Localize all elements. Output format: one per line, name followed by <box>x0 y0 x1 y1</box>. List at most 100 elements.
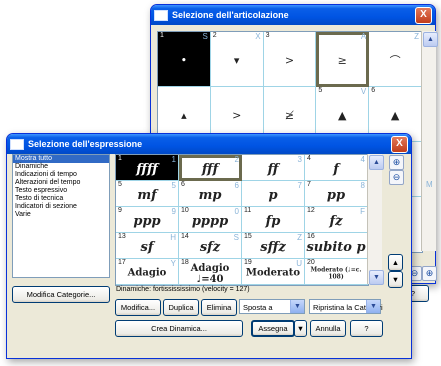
expression-cell[interactable]: 10 0 pppp <box>179 207 242 233</box>
expression-text: ppp <box>133 213 161 229</box>
expression-cell[interactable]: 44f <box>305 155 368 181</box>
cell-shortcut: Z <box>414 32 419 41</box>
scroll-down-button[interactable]: ▼ <box>388 271 403 288</box>
articulation-symbol: ▾ <box>233 53 240 67</box>
expression-cell[interactable]: 18 Adagio ♩=40 <box>179 259 242 285</box>
help-button[interactable]: ? <box>350 320 383 337</box>
category-item[interactable]: Indicatori di sezione <box>13 203 109 211</box>
category-list[interactable]: Mostra tutto Dinamiche Indicazioni di temp… <box>12 154 110 278</box>
expression-cell[interactable]: 17 Y Adagio <box>116 259 179 285</box>
create-dynamic-button[interactable]: Crea Dinamica... <box>115 320 243 337</box>
articulation-symbol: • <box>180 53 188 67</box>
close-icon[interactable]: X <box>391 135 408 153</box>
expression-text: pppp <box>191 213 229 229</box>
expression-text: sffz <box>260 239 286 255</box>
expression-text: pp <box>326 187 346 203</box>
expression-cell[interactable]: 15 Zsffz <box>242 233 305 259</box>
articulation-scrollbar[interactable]: ▲ <box>421 31 438 251</box>
articulation-symbol: > <box>232 108 242 122</box>
expression-text: f <box>333 161 339 177</box>
expression-scrollbar[interactable]: ▲ ▼ <box>367 154 384 285</box>
cell-shortcut: X <box>255 32 261 41</box>
articulation-cell[interactable]: A ≥ <box>316 32 370 87</box>
close-icon[interactable]: X <box>415 6 432 24</box>
articulation-cell[interactable]: 2 X ▾ <box>210 32 264 87</box>
expression-text: mf <box>137 187 157 203</box>
articulation-titlebar[interactable]: Selezione dell'articolazione X <box>151 5 435 25</box>
expression-cell[interactable]: 1 1 ffff <box>116 155 179 181</box>
expression-text: fp <box>265 213 281 229</box>
category-item[interactable]: Varie <box>13 211 109 219</box>
category-item[interactable]: Testo espressivo <box>13 187 109 195</box>
scroll-up-icon[interactable]: ▲ <box>423 32 438 47</box>
scroll-down-icon[interactable]: ▼ <box>369 270 384 285</box>
scroll-up-icon[interactable]: ▲ <box>369 155 384 170</box>
expression-cell[interactable]: 5 5 mf <box>116 181 179 207</box>
articulation-symbol: ≥ <box>337 53 347 67</box>
duplicate-button[interactable]: Duplica <box>163 299 199 316</box>
expression-cell[interactable]: 2 fff <box>179 155 242 181</box>
cell-number: 17 <box>118 259 126 266</box>
zoom-out-icon[interactable]: ⊖ <box>389 170 404 185</box>
category-item[interactable]: Alterazioni del tempo <box>13 179 109 187</box>
expression-cell[interactable]: 7 8 pp <box>305 181 368 207</box>
zoom-in-icon[interactable]: ⊕ <box>389 155 404 170</box>
expression-cell[interactable]: 14 Ssfz <box>179 233 242 259</box>
cell-shortcut: A <box>360 32 367 41</box>
expression-text: Adagio ♩=40 <box>190 262 230 285</box>
expression-text: mp <box>198 187 222 203</box>
cancel-button[interactable]: Annulla <box>310 320 346 337</box>
delete-button[interactable]: Elimina <box>201 299 237 316</box>
category-item[interactable]: Indicazioni di tempo <box>13 171 109 179</box>
expression-cell[interactable]: 12 Ffz <box>305 207 368 233</box>
articulation-symbol: > <box>284 53 295 67</box>
expression-text: Moderato <box>245 267 301 279</box>
expression-cell[interactable]: 7p <box>242 181 305 207</box>
chevron-down-icon[interactable]: ▼ <box>290 300 304 313</box>
expression-text: Moderato (♩=c. 108) <box>310 265 362 280</box>
cell-number: 6 <box>371 87 376 94</box>
expression-text: fff <box>201 161 219 177</box>
zoom-in-icon-back[interactable]: ⊕ <box>422 266 437 281</box>
articulation-title: Selezione dell'articolazione <box>172 10 289 20</box>
articulation-cell[interactable]: Z ⌒ <box>369 32 422 87</box>
expression-cell[interactable]: 16 subito p <box>305 233 368 259</box>
articulation-cell[interactable]: 1 S • <box>158 32 211 87</box>
expression-window: Selezione dell'espressione X Mostra tutt… <box>6 133 412 359</box>
category-item[interactable]: Mostra tutto <box>13 155 109 163</box>
expression-cell[interactable]: 13 Hsf <box>116 233 179 259</box>
window-icon <box>10 138 24 150</box>
chevron-down-icon[interactable]: ▼ <box>366 300 380 313</box>
articulation-right-label: M <box>426 180 433 189</box>
modify-categories-button[interactable]: Modifica Categorie... <box>12 286 110 303</box>
restore-category-select[interactable]: Ripristina la Categori ▼ <box>309 299 383 314</box>
window-icon <box>154 9 168 21</box>
cell-number: 5 <box>318 87 323 94</box>
articulation-symbol: ≱ <box>284 108 295 122</box>
category-item[interactable]: Testo di tecnica <box>13 195 109 203</box>
expression-cell[interactable]: 19 U Moderato <box>242 259 305 285</box>
expression-text: sf <box>140 239 154 255</box>
expression-text: p <box>268 187 278 203</box>
expression-cell[interactable]: 11 fp <box>242 207 305 233</box>
expression-cell[interactable]: 9 9 ppp <box>116 207 179 233</box>
expression-cell[interactable]: 6 6 mp <box>179 181 242 207</box>
articulation-symbol: ⌒ <box>389 54 401 68</box>
expression-text: Adagio <box>127 267 167 279</box>
assign-button[interactable]: Assegna <box>251 320 295 337</box>
expression-grid: 1 1 ffff 2 fff 3 ff 4 4 f 5 5 mf 6 6 mp 7 p 7 8 pp 9 9 ppp 10 0 pp… <box>115 154 369 286</box>
expression-cell[interactable]: 20 Moderato (♩=c. 108) <box>305 259 368 285</box>
expression-titlebar[interactable]: Selezione dell'espressione X <box>7 134 411 154</box>
expression-cell[interactable]: 3 ff <box>242 155 305 181</box>
articulation-cell[interactable]: 3 > <box>263 32 317 87</box>
move-to-select[interactable]: Sposta a ▼ <box>239 299 305 314</box>
category-item[interactable]: Dinamiche <box>13 163 109 171</box>
modify-button[interactable]: Modifica... <box>115 299 161 316</box>
expression-text: ffff <box>136 161 158 177</box>
cell-shortcut: S <box>202 32 208 41</box>
scroll-up-button[interactable]: ▲ <box>388 254 403 271</box>
assign-dropdown-button[interactable]: ▼ <box>294 320 307 337</box>
articulation-symbol: ▴ <box>181 108 187 122</box>
expression-text: subito p <box>306 239 366 255</box>
cell-number: 1 <box>160 32 164 39</box>
